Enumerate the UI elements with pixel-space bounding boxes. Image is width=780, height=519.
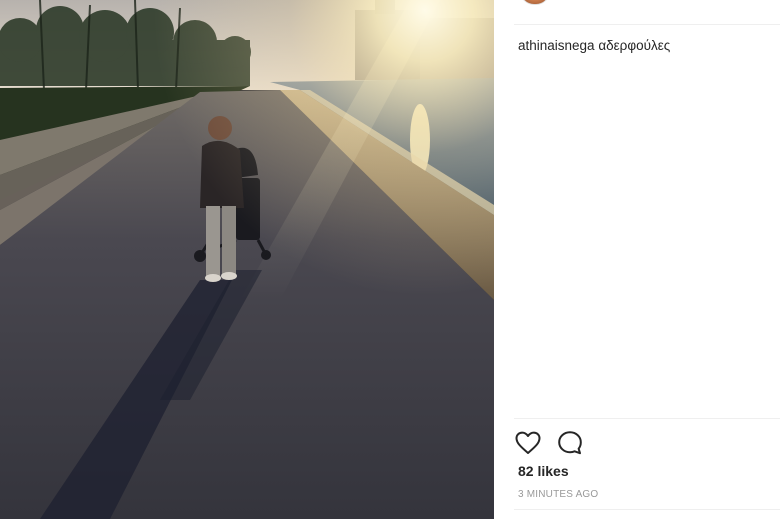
caption-text: αδερφούλες [598,38,671,53]
header-divider [514,24,780,25]
actions-divider [514,418,780,419]
avatar[interactable] [520,0,550,5]
heart-icon[interactable] [514,429,542,457]
post-caption: athinaisnega αδερφούλες [518,38,670,53]
comment-icon[interactable] [556,429,584,457]
photo-scene [0,0,494,519]
post-side-panel: athinaisnega αδερφούλες 82 likes 3 MINUT… [494,0,780,519]
instagram-post: athinaisnega αδερφούλες 82 likes 3 MINUT… [0,0,780,519]
post-photo[interactable] [0,0,494,519]
caption-username[interactable]: athinaisnega [518,38,595,53]
comment-divider [514,509,780,510]
post-timestamp[interactable]: 3 MINUTES AGO [518,489,598,500]
post-actions [514,428,584,458]
likes-count[interactable]: 82 likes [518,463,569,479]
